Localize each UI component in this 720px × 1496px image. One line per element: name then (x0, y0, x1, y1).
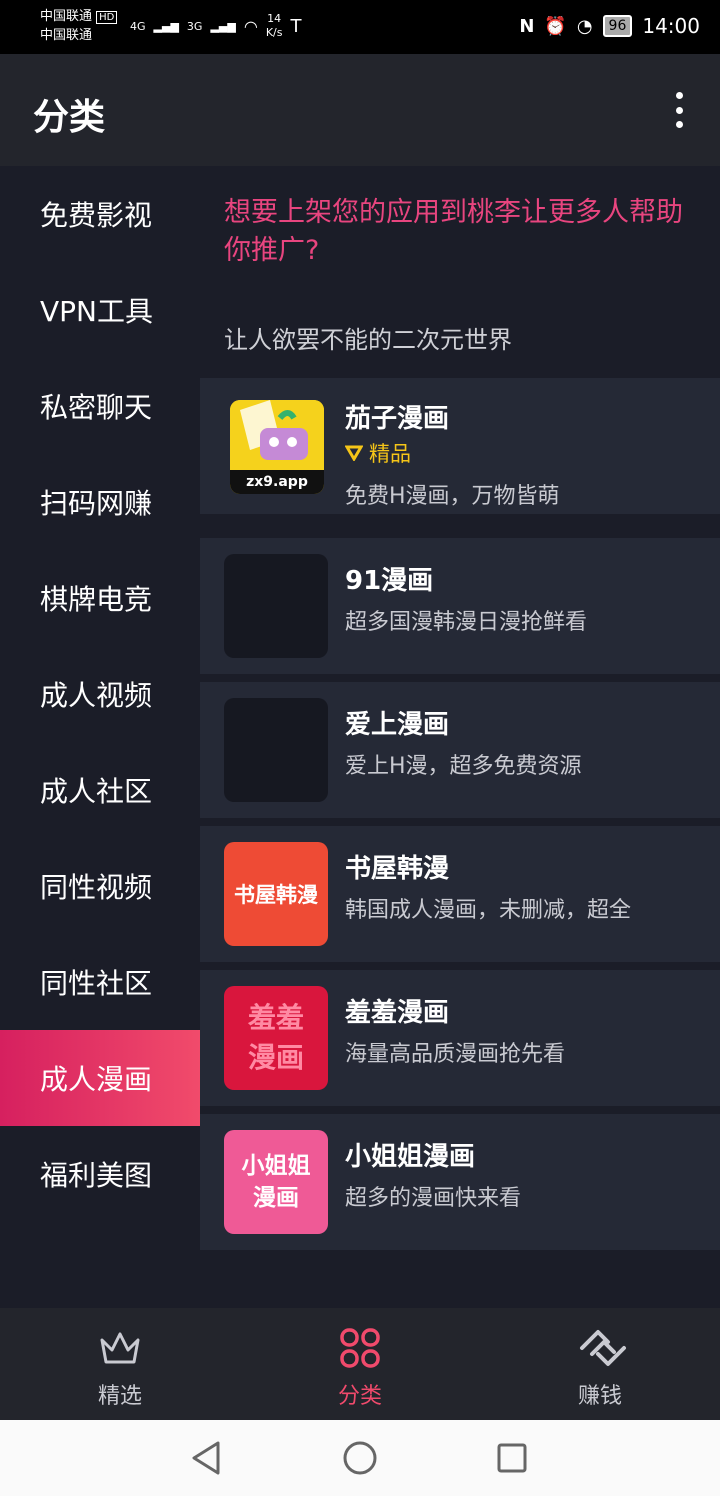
bottom-nav: 精选 分类 赚钱 (0, 1308, 720, 1420)
app-name: 羞羞漫画 (345, 998, 450, 1028)
sidebar-item-label: 免费影视 (40, 199, 153, 232)
net-1: 4G (130, 19, 146, 33)
sidebar-item-vpn[interactable]: VPN工具 (0, 262, 200, 358)
grid-icon (340, 1328, 380, 1368)
sidebar-item-label: 成人漫画 (40, 1063, 153, 1096)
app-desc: 超多国漫韩漫日漫抢鲜看 (345, 610, 588, 635)
app-icon-text-line2: 漫画 (247, 1041, 304, 1074)
signal-icon-1: ▂▄▆ (153, 19, 179, 33)
sidebar-item-games[interactable]: 棋牌电竞 (0, 550, 200, 646)
badge-label: 精品 (369, 442, 411, 466)
app-icon-text-line1: 小姐姐 (241, 1153, 311, 1179)
eggplant-mascot-icon (230, 400, 324, 470)
speed: 14 K/s (266, 12, 283, 40)
carrier-2: 中国联通 (40, 28, 93, 43)
app-desc: 免费H漫画，万物皆萌 (345, 484, 560, 509)
app-name: 爱上漫画 (345, 710, 450, 740)
sidebar-item-label: 成人视频 (40, 679, 153, 712)
promo-link[interactable]: 想要上架您的应用到桃李让更多人帮助你推广? (224, 194, 694, 270)
tab-label: 分类 (337, 1384, 382, 1409)
sidebar-item-label: 私密聊天 (40, 391, 153, 424)
speed-unit: K/s (265, 26, 283, 39)
hd-badge: HD (96, 11, 118, 24)
sidebar-item-private-chat[interactable]: 私密聊天 (0, 358, 200, 454)
premium-badge: 精品 (345, 438, 411, 468)
app-list-panel: 想要上架您的应用到桃李让更多人帮助你推广? 让人欲罢不能的二次元世界 zx9.a… (200, 166, 720, 1308)
page-title: 分类 (33, 97, 106, 138)
wifi-icon: ◠ (243, 16, 258, 36)
category-sidebar: 免费影视 VPN工具 私密聊天 扫码网赚 棋牌电竞 成人视频 成人社区 同性视频… (0, 166, 200, 1308)
app-name: 91漫画 (345, 566, 434, 596)
crown-icon (100, 1332, 140, 1364)
app-desc: 韩国成人漫画，未删减，超全 (345, 898, 632, 923)
signal-icon-2: ▂▄▆ (210, 19, 236, 33)
sidebar-item-adult-video[interactable]: 成人视频 (0, 646, 200, 742)
app-icon-placeholder (224, 698, 328, 802)
app-card[interactable]: 爱上漫画 爱上H漫，超多免费资源 (200, 682, 720, 818)
app-name: 书屋韩漫 (345, 854, 450, 884)
alarm-icon: ⏰ (544, 15, 567, 37)
carrier-1: 中国联通 (40, 9, 93, 24)
app-card[interactable]: 羞羞 漫画 羞羞漫画 海量高品质漫画抢先看 (200, 970, 720, 1106)
app-icon: 羞羞 漫画 (224, 986, 328, 1090)
sidebar-item-label: 成人社区 (40, 775, 153, 808)
app-icon-text-line2: 漫画 (253, 1185, 299, 1211)
app-desc: 爱上H漫，超多免费资源 (345, 754, 582, 779)
sidebar-item-scan-earn[interactable]: 扫码网赚 (0, 454, 200, 550)
app-icon: 书屋韩漫 (224, 842, 328, 946)
sidebar-item-label: VPN工具 (40, 295, 153, 328)
sidebar-item-label: 福利美图 (40, 1159, 153, 1192)
sidebar-item-label: 同性社区 (40, 967, 153, 1000)
diamond-icon (345, 445, 363, 461)
back-icon[interactable] (190, 1440, 222, 1476)
app-icon-placeholder (224, 554, 328, 658)
tab-earn[interactable]: 赚钱 (480, 1308, 720, 1420)
app-icon-text: zx9.app (230, 470, 324, 494)
app-icon: zx9.app (230, 400, 324, 494)
status-bar: 中国联通 HD 中国联通 4G ▂▄▆ 3G ▂▄▆ ◠ 14 K/s T N … (0, 0, 720, 54)
app-icon-text-line1: 羞羞 (247, 1001, 304, 1034)
app-icon: 小姐姐 漫画 (224, 1130, 328, 1234)
tab-label: 赚钱 (577, 1384, 622, 1409)
handshake-icon (580, 1330, 626, 1366)
app-desc: 海量高品质漫画抢先看 (345, 1042, 566, 1067)
app-card[interactable]: 小姐姐 漫画 小姐姐漫画 超多的漫画快来看 (200, 1114, 720, 1250)
app-card[interactable]: zx9.app 茄子漫画 精品 免费H漫画，万物皆萌 (200, 378, 720, 514)
section-title: 让人欲罢不能的二次元世界 (224, 326, 512, 354)
app-card[interactable]: 91漫画 超多国漫韩漫日漫抢鲜看 (200, 538, 720, 674)
sidebar-item-gay-community[interactable]: 同性社区 (0, 934, 200, 1030)
network-info: 4G ▂▄▆ 3G ▂▄▆ ◠ 14 K/s T (130, 12, 301, 40)
tab-label: 精选 (97, 1384, 142, 1409)
app-name: 茄子漫画 (345, 404, 450, 434)
more-menu-icon[interactable] (674, 92, 684, 128)
sidebar-item-adult-community[interactable]: 成人社区 (0, 742, 200, 838)
app-desc: 超多的漫画快来看 (345, 1186, 522, 1211)
tesla-icon: T (290, 15, 302, 37)
tab-category[interactable]: 分类 (240, 1308, 480, 1420)
app-bar: 分类 (0, 54, 720, 166)
sidebar-item-gay-video[interactable]: 同性视频 (0, 838, 200, 934)
clock: 14:00 (642, 14, 700, 38)
net-2: 3G (186, 19, 203, 33)
app-card[interactable]: 书屋韩漫 书屋韩漫 韩国成人漫画，未删减，超全 (200, 826, 720, 962)
sidebar-item-label: 扫码网赚 (40, 487, 153, 520)
speed-value: 14 (267, 12, 282, 25)
tab-featured[interactable]: 精选 (0, 1308, 240, 1420)
system-nav-bar (0, 1420, 720, 1496)
home-icon[interactable] (342, 1440, 378, 1476)
carrier-info: 中国联通 HD 中国联通 (40, 8, 118, 45)
sidebar-item-label: 棋牌电竞 (40, 583, 153, 616)
speedometer-icon: ◔ (576, 15, 593, 37)
battery-icon: 96 (602, 15, 633, 37)
sidebar-item-pics[interactable]: 福利美图 (0, 1126, 200, 1222)
app-name: 小姐姐漫画 (345, 1142, 476, 1172)
sidebar-item-label: 同性视频 (40, 871, 153, 904)
sidebar-item-adult-comics[interactable]: 成人漫画 (0, 1030, 200, 1126)
sidebar-item-free-video[interactable]: 免费影视 (0, 166, 200, 262)
nfc-icon: N (519, 15, 535, 37)
recents-icon[interactable] (496, 1442, 528, 1474)
status-right: N ⏰ ◔ 96 14:00 (519, 14, 700, 38)
